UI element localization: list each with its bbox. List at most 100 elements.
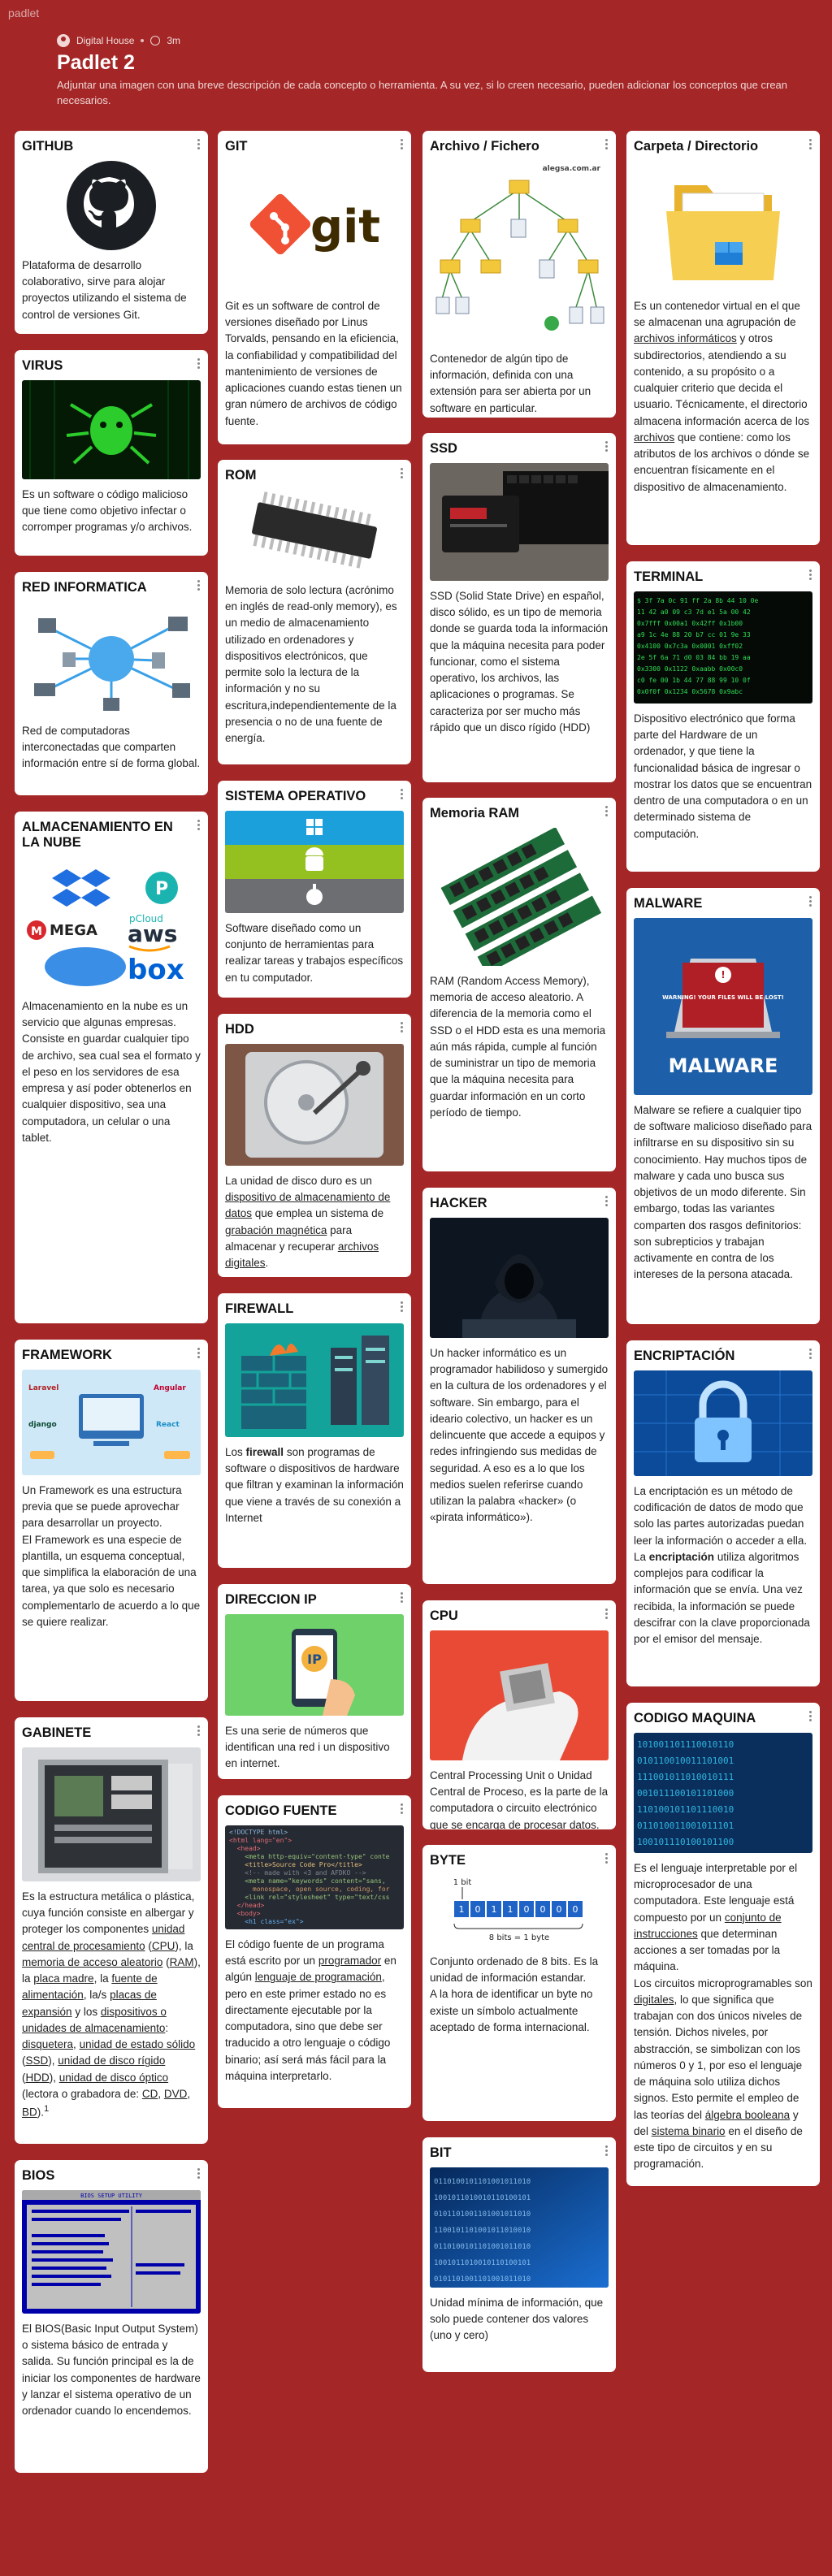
link[interactable]: unidad de disco rígido <box>58 2054 165 2067</box>
post-card-hacker[interactable]: HACKER Un hacker informático es un progr… <box>422 1188 616 1584</box>
more-options-icon[interactable] <box>401 1803 404 1816</box>
post-title: TERMINAL <box>634 569 704 584</box>
svg-text:110100101101110010: 110100101101110010 <box>637 1804 734 1815</box>
link[interactable]: álgebra booleana <box>705 2109 790 2121</box>
post-card-red-informatica[interactable]: RED INFORMATICA Red de computadoras inte… <box>15 572 208 795</box>
link[interactable]: grabación magnética <box>225 1224 327 1236</box>
link[interactable]: memoria de acceso aleatorio <box>22 1956 162 1968</box>
post-body: Malware se refiere a cualquier tipo de s… <box>634 1103 812 1281</box>
more-options-icon[interactable] <box>605 806 609 818</box>
more-options-icon[interactable] <box>809 139 812 151</box>
post-card-bios[interactable]: BIOS BIOS SETUP UTILITY El BIOS(Basic In… <box>15 2160 208 2473</box>
post-card-virus[interactable]: VIRUS Es un software o código malicioso … <box>15 350 208 556</box>
post-card-rom[interactable]: ROM Memoria de solo lectura (acrónimo en… <box>218 460 411 764</box>
more-options-icon[interactable] <box>809 896 812 908</box>
link[interactable]: digitales <box>634 1994 674 2006</box>
post-card-ssd[interactable]: SSD SSD (Solid State Drive) en español, … <box>422 433 616 782</box>
more-options-icon[interactable] <box>401 1022 404 1034</box>
author-name[interactable]: Digital House <box>76 35 134 46</box>
post-title: BIT <box>430 2145 452 2160</box>
bit-value: 1 <box>459 1904 465 1915</box>
link[interactable]: SSD <box>26 2054 49 2067</box>
more-options-icon[interactable] <box>197 1725 201 1738</box>
more-options-icon[interactable] <box>401 139 404 151</box>
post-title: FIREWALL <box>225 1301 294 1316</box>
link[interactable]: sistema binario <box>652 2125 726 2137</box>
link[interactable]: lenguaje de programación <box>255 1971 382 1983</box>
post-card-codigo-fuente[interactable]: CODIGO FUENTE <!DOCTYPE html> <html lang=… <box>218 1795 411 2108</box>
bit-value: 0 <box>524 1904 530 1915</box>
link[interactable]: archivos informáticos <box>634 332 737 344</box>
malware-image: ! WARNING! YOUR FILES WILL BE LOST! MALWAR… <box>634 917 812 1095</box>
post-card-github[interactable]: GITHUB Plataforma de desarrollo colabora… <box>15 131 208 334</box>
link[interactable]: HDD <box>26 2072 50 2084</box>
post-card-byte[interactable]: BYTE 1 bit 1 0 1 1 0 0 0 0 8 bits = 1 byte Conjun… <box>422 1845 616 2121</box>
bit-value: 1 <box>492 1904 497 1915</box>
avatar[interactable] <box>57 34 70 47</box>
post-body: Es un software o código malicioso que ti… <box>22 487 193 534</box>
svg-text:0110100101101001011010: 0110100101101001011010 <box>434 2243 531 2251</box>
link[interactable]: BD <box>22 2106 37 2119</box>
more-options-icon[interactable] <box>401 1301 404 1314</box>
more-options-icon[interactable] <box>809 1349 812 1361</box>
app-logo[interactable]: padlet <box>8 6 39 19</box>
post-card-git[interactable]: GIT git Git es un software de control de… <box>218 131 411 444</box>
link[interactable]: placa madre <box>33 1972 93 1985</box>
link[interactable]: programador <box>318 1955 381 1967</box>
post-card-almacenamiento-nube[interactable]: ALMACENAMIENTO EN LA NUBE P M MEGA pCloud aw… <box>15 812 208 1323</box>
post-card-terminal[interactable]: TERMINAL $ 3f 7a 0c 91 ff 2a 8b 44 10 0e… <box>626 561 820 872</box>
more-options-icon[interactable] <box>401 789 404 801</box>
more-options-icon[interactable] <box>401 1592 404 1604</box>
post-card-gabinete[interactable]: GABINETE Es la estructura metálica o plá… <box>15 1717 208 2144</box>
post-body: El código fuente de un programa está esc… <box>225 1937 396 2082</box>
post-title: CODIGO MAQUINA <box>634 1711 756 1725</box>
github-logo-icon <box>22 160 201 250</box>
more-options-icon[interactable] <box>197 2168 201 2180</box>
more-options-icon[interactable] <box>197 1348 201 1360</box>
post-card-carpeta-directorio[interactable]: Carpeta / Directorio Es un contenedor vi… <box>626 131 820 545</box>
post-body: Un Framework es una estructura previa qu… <box>22 1483 201 1628</box>
ip-address-image: IP <box>225 1613 404 1716</box>
post-body: Contenedor de algún tipo de información,… <box>430 352 592 414</box>
more-options-icon[interactable] <box>197 820 201 832</box>
more-options-icon[interactable] <box>197 139 201 151</box>
more-options-icon[interactable] <box>401 468 404 480</box>
post-card-cpu[interactable]: CPU Central Processing Unit o Unidad Cen… <box>422 1600 616 1829</box>
post-card-direccion-ip[interactable]: DIRECCION IP IP Es una serie de números … <box>218 1584 411 1779</box>
more-options-icon[interactable] <box>605 441 609 453</box>
svg-text:MEGA: MEGA <box>50 922 98 939</box>
post-card-memoria-ram[interactable]: Memoria RAM RAM (Random Access Memory), … <box>422 798 616 1171</box>
more-options-icon[interactable] <box>605 2145 609 2158</box>
link[interactable]: disquetera <box>22 2038 73 2050</box>
post-card-sistema-operativo[interactable]: SISTEMA OPERATIVO Software diseñado como… <box>218 781 411 998</box>
post-card-encriptacion[interactable]: ENCRIPTACIÓN La encriptación es un métod… <box>626 1340 820 1686</box>
post-card-hdd[interactable]: HDD La unidad de disco duro es un dispos… <box>218 1014 411 1277</box>
post-title: HACKER <box>430 1196 488 1210</box>
link[interactable]: CD <box>142 2088 158 2100</box>
link[interactable]: CPU <box>152 1940 176 1952</box>
clock-icon <box>150 36 161 45</box>
more-options-icon[interactable] <box>197 358 201 370</box>
link[interactable]: unidad de disco óptico <box>59 2072 168 2084</box>
post-card-codigo-maquina[interactable]: CODIGO MAQUINA 101001101110010110 0101100… <box>626 1703 820 2186</box>
link[interactable]: unidad de estado sólido <box>80 2038 196 2050</box>
post-card-bit[interactable]: BIT 0110100101101001011010 10010110100101… <box>422 2137 616 2372</box>
post-body: Git es un software de control de version… <box>225 299 402 427</box>
post-card-framework[interactable]: FRAMEWORK Laravel django Angular React Un F… <box>15 1340 208 1701</box>
more-options-icon[interactable] <box>809 1711 812 1723</box>
link[interactable]: DVD <box>164 2088 188 2100</box>
post-card-malware[interactable]: MALWARE ! WARNING! YOUR FILES WILL BE LOS… <box>626 888 820 1324</box>
lock-icon <box>634 1370 812 1476</box>
more-options-icon[interactable] <box>605 1608 609 1621</box>
firewall-image <box>225 1323 404 1437</box>
post-card-archivo-fichero[interactable]: Archivo / Fichero alegsa.com.ar Contened… <box>422 131 616 418</box>
link[interactable]: RAM <box>170 1956 194 1968</box>
more-options-icon[interactable] <box>605 139 609 151</box>
more-options-icon[interactable] <box>605 1196 609 1208</box>
more-options-icon[interactable] <box>809 569 812 582</box>
more-options-icon[interactable] <box>605 1853 609 1865</box>
link[interactable]: archivos <box>634 431 674 444</box>
more-options-icon[interactable] <box>197 580 201 592</box>
post-card-firewall[interactable]: FIREWALL Los firewall son programas de s… <box>218 1293 411 1568</box>
svg-text:box: box <box>128 954 184 986</box>
